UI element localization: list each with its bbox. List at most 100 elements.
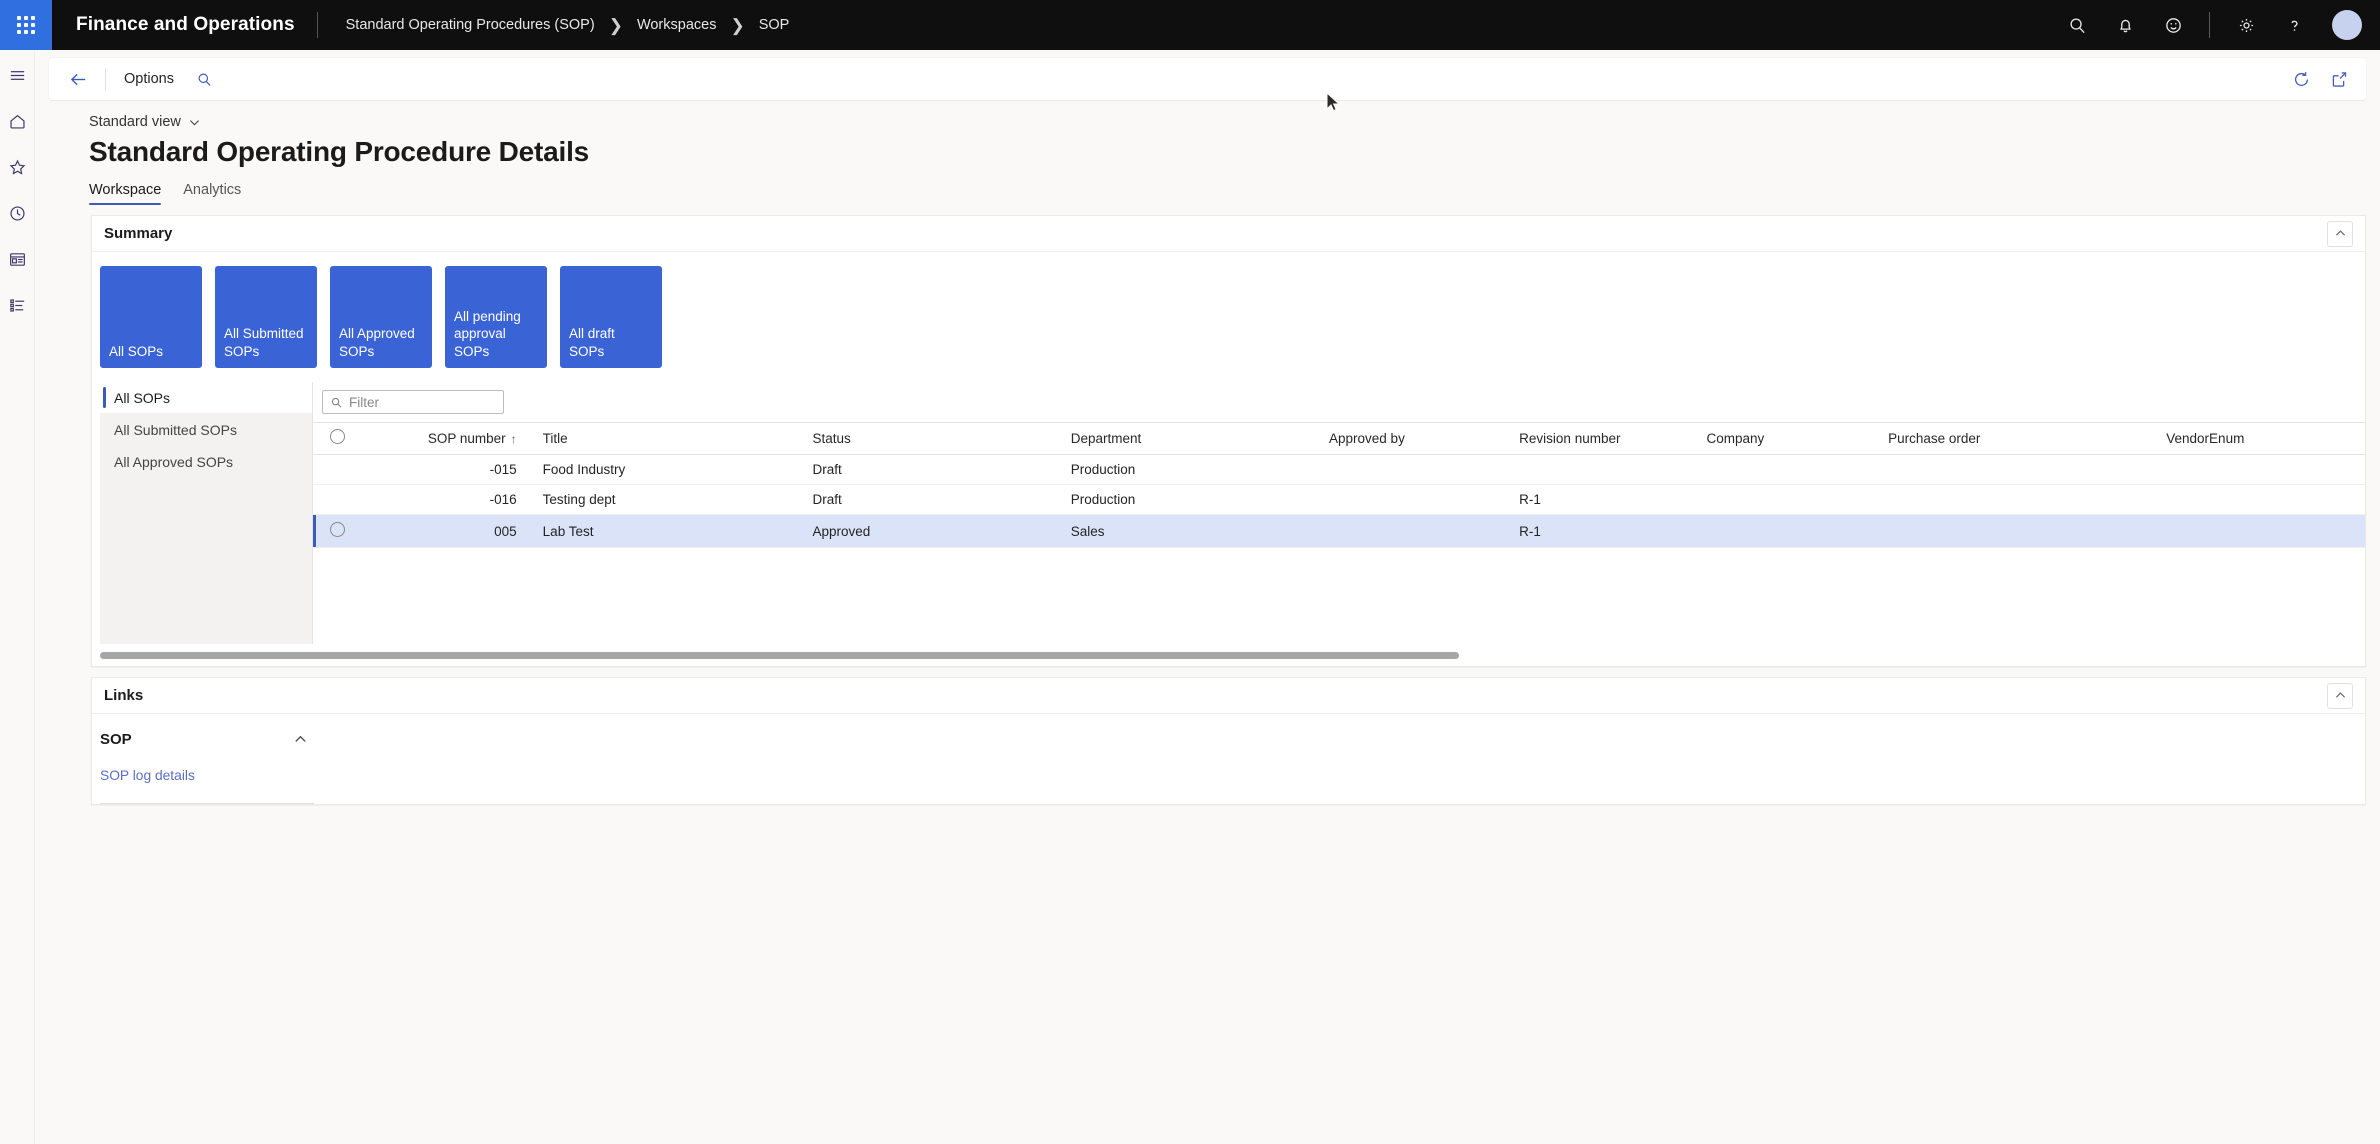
column-header-title[interactable]: Title <box>528 422 813 455</box>
cell-company <box>1706 484 1889 515</box>
cell-vendorenum <box>2166 454 2365 485</box>
search-icon[interactable] <box>188 64 222 94</box>
table-row[interactable]: -016 Testing dept Draft Production R-1 <box>313 484 2365 515</box>
chevron-up-icon <box>2335 692 2345 698</box>
links-body: SOP SOP log details <box>92 714 2365 804</box>
sort-ascending-icon: ↑ <box>510 431 517 446</box>
column-header-department[interactable]: Department <box>1070 422 1330 455</box>
links-collapse-button[interactable] <box>2327 682 2353 709</box>
table-row[interactable]: -015 Food Industry Draft Production <box>313 454 2365 485</box>
column-header-approved-by[interactable]: Approved by <box>1329 422 1520 455</box>
cell-status: Approved <box>812 514 1071 548</box>
side-list-item-all-approved-sops[interactable]: All Approved SOPs <box>100 446 312 477</box>
links-panel: Links SOP SOP log details <box>91 677 2366 805</box>
filter-placeholder: Filter <box>349 394 379 410</box>
row-select-cell[interactable] <box>313 514 362 548</box>
tile-all-pending-approval-sops[interactable]: All pending approval SOPs <box>445 266 547 368</box>
view-selector-label: Standard view <box>89 114 181 130</box>
table-row[interactable]: 005 Lab Test Approved Sales R-1 <box>313 514 2365 548</box>
open-in-new-window-icon[interactable] <box>2329 70 2348 89</box>
select-all-header[interactable] <box>313 422 362 455</box>
cell-status: Draft <box>812 454 1071 485</box>
page-title: Standard Operating Procedure Details <box>89 136 590 167</box>
links-group-collapse-icon[interactable] <box>293 732 308 747</box>
refresh-icon[interactable] <box>2292 70 2311 89</box>
links-group-header[interactable]: SOP <box>100 724 314 754</box>
recent-clock-icon[interactable] <box>4 200 30 226</box>
waffle-menu-button[interactable] <box>0 0 52 50</box>
column-header-revision-number[interactable]: Revision number <box>1519 422 1707 455</box>
links-group-sop: SOP SOP log details <box>100 724 314 804</box>
workspaces-icon[interactable] <box>4 246 30 272</box>
user-avatar[interactable] <box>2332 10 2362 40</box>
radio-unselected-icon[interactable] <box>329 429 345 444</box>
side-list-item-all-submitted-sops[interactable]: All Submitted SOPs <box>100 414 312 445</box>
side-list-item-all-sops[interactable]: All SOPs <box>100 382 312 413</box>
column-header-vendorenum[interactable]: VendorEnum <box>2166 422 2365 455</box>
row-select-cell[interactable] <box>313 454 362 485</box>
breadcrumb-chevron-icon: ❯ <box>730 15 745 35</box>
column-header-company[interactable]: Company <box>1706 422 1889 455</box>
grid-horizontal-scrollbar[interactable] <box>100 644 2347 666</box>
column-header-status[interactable]: Status <box>812 422 1071 455</box>
chevron-up-icon <box>295 735 306 742</box>
summary-collapse-button[interactable] <box>2327 220 2353 247</box>
cell-status: Draft <box>812 484 1071 515</box>
row-select-cell[interactable] <box>313 484 362 515</box>
sop-grid-body: -015 Food Industry Draft Production -016… <box>313 454 2365 548</box>
chevron-down-icon <box>189 119 199 126</box>
tile-label: All draft SOPs <box>569 326 615 359</box>
sop-grid-container: Filter SOP number ↑ Title Status Departm… <box>312 382 2365 644</box>
cell-purchase-order <box>1888 514 2167 548</box>
options-button[interactable]: Options <box>118 67 180 91</box>
back-arrow-icon[interactable] <box>63 64 93 94</box>
favorites-star-icon[interactable] <box>4 154 30 180</box>
scrollbar-thumb[interactable] <box>100 651 1460 659</box>
left-navigation-rail <box>0 50 35 1144</box>
action-bar-divider <box>105 68 106 90</box>
column-header-sop-number[interactable]: SOP number ↑ <box>361 422 529 455</box>
modules-list-icon[interactable] <box>4 292 30 318</box>
cell-department: Production <box>1070 484 1330 515</box>
tile-all-sops[interactable]: All SOPs <box>100 266 202 368</box>
cell-title: Testing dept <box>528 484 813 515</box>
filter-input[interactable]: Filter <box>322 390 504 414</box>
hamburger-menu-icon[interactable] <box>4 62 30 88</box>
cell-purchase-order <box>1888 484 2167 515</box>
breadcrumb-item-2[interactable]: SOP <box>759 17 790 33</box>
breadcrumb-item-0[interactable]: Standard Operating Procedures (SOP) <box>346 17 595 33</box>
column-header-purchase-order[interactable]: Purchase order <box>1888 422 2167 455</box>
links-panel-header: Links <box>92 678 2365 714</box>
tile-label: All SOPs <box>109 343 164 359</box>
tab-analytics[interactable]: Analytics <box>183 182 241 205</box>
tile-all-draft-sops[interactable]: All draft SOPs <box>560 266 662 368</box>
search-icon[interactable] <box>2055 0 2099 50</box>
tab-workspace[interactable]: Workspace <box>89 182 162 205</box>
help-question-icon[interactable] <box>2272 0 2316 50</box>
tile-all-submitted-sops[interactable]: All Submitted SOPs <box>215 266 317 368</box>
tile-label: All Approved SOPs <box>339 326 415 359</box>
notifications-bell-icon[interactable] <box>2103 0 2147 50</box>
tile-all-approved-sops[interactable]: All Approved SOPs <box>330 266 432 368</box>
radio-unselected-icon[interactable] <box>329 522 345 537</box>
waffle-grid-icon <box>17 16 35 34</box>
chevron-up-icon <box>2335 230 2345 236</box>
sop-grid-header: SOP number ↑ Title Status Department Appr… <box>313 422 2365 455</box>
cell-department: Production <box>1070 454 1330 485</box>
table-header-row: SOP number ↑ Title Status Department Appr… <box>313 422 2365 455</box>
home-icon[interactable] <box>4 108 30 134</box>
search-icon <box>331 397 342 408</box>
settings-gear-icon[interactable] <box>2224 0 2268 50</box>
page-container: Options Standard view Standard Operating… <box>35 50 2380 1144</box>
tile-label: All Submitted SOPs <box>224 326 304 359</box>
view-selector[interactable]: Standard view <box>89 114 2380 130</box>
breadcrumb-item-1[interactable]: Workspaces <box>637 17 717 33</box>
cell-sop-number[interactable]: -016 <box>361 484 529 515</box>
feedback-smiley-icon[interactable] <box>2151 0 2195 50</box>
side-list-item-label: All Approved SOPs <box>114 453 234 470</box>
top-navigation-bar: Finance and Operations Standard Operatin… <box>0 0 2380 50</box>
cell-sop-number[interactable]: -015 <box>361 454 529 485</box>
cell-sop-number[interactable]: 005 <box>361 514 529 548</box>
link-sop-log-details[interactable]: SOP log details <box>100 768 195 783</box>
cell-company <box>1706 514 1889 548</box>
